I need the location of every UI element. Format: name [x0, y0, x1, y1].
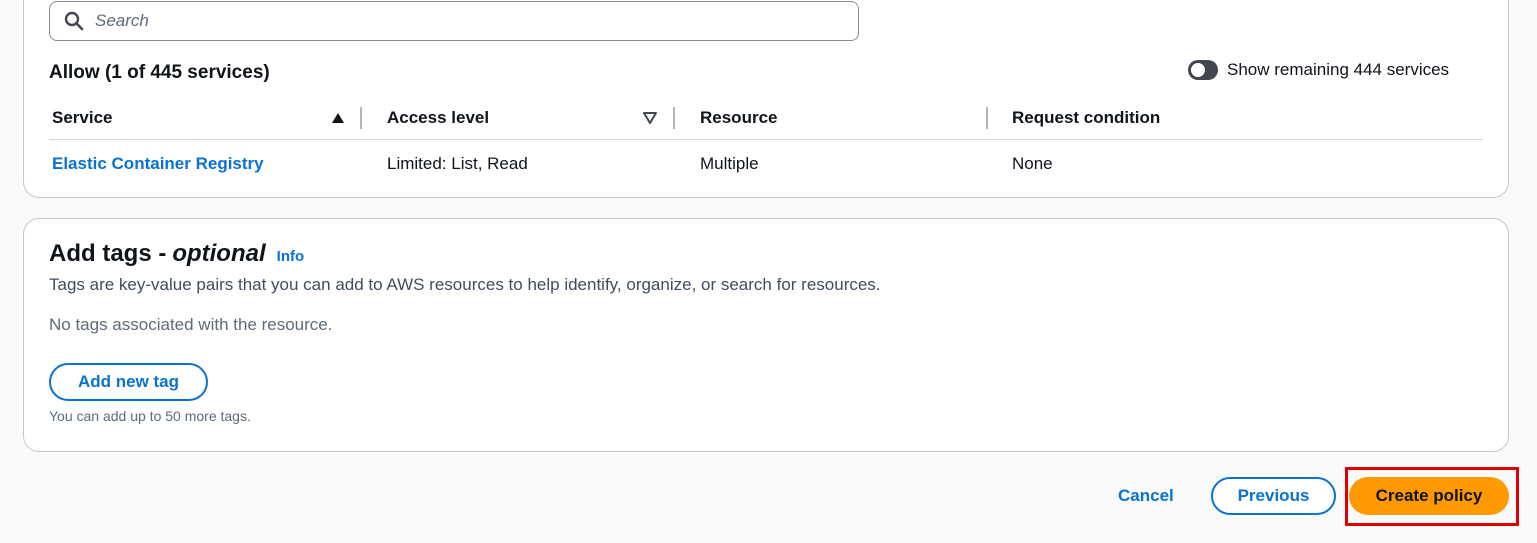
- create-policy-button[interactable]: Create policy: [1349, 477, 1509, 515]
- no-tags-message: No tags associated with the resource.: [49, 315, 333, 334]
- search-input[interactable]: [95, 11, 795, 31]
- resource-cell: Multiple: [700, 154, 759, 173]
- column-header-service[interactable]: Service: [52, 96, 348, 140]
- sort-descending-icon[interactable]: [643, 112, 657, 124]
- column-header-request-condition[interactable]: Request condition: [1012, 96, 1312, 140]
- table-row: Elastic Container Registry Limited: List…: [49, 140, 1483, 188]
- cancel-button[interactable]: Cancel: [1118, 486, 1174, 506]
- services-title: Allow (1 of 445 services): [49, 62, 270, 83]
- tags-panel: Add tags - optional Info Tags are key-va…: [23, 218, 1509, 452]
- tags-heading: Add tags - optional Info: [49, 240, 304, 268]
- toggle-label: Show remaining 444 services: [1227, 60, 1450, 79]
- show-remaining-toggle[interactable]: Show remaining 444 services: [1188, 60, 1449, 80]
- tags-optional-label: optional: [172, 240, 266, 267]
- column-header-access-level[interactable]: Access level: [387, 96, 659, 140]
- request-condition-cell: None: [1012, 154, 1053, 173]
- column-header-resource[interactable]: Resource: [700, 96, 980, 140]
- tags-title: Add tags -: [49, 240, 167, 267]
- services-table: Service Access level Resource Request co…: [49, 96, 1483, 188]
- add-new-tag-button[interactable]: Add new tag: [49, 363, 208, 401]
- table-header: Service Access level Resource Request co…: [49, 96, 1483, 140]
- sort-ascending-icon[interactable]: [331, 112, 345, 124]
- column-divider[interactable]: [673, 107, 675, 129]
- service-link[interactable]: Elastic Container Registry: [52, 140, 264, 188]
- column-divider[interactable]: [360, 107, 362, 129]
- toggle-switch[interactable]: [1188, 60, 1218, 80]
- tags-description: Tags are key-value pairs that you can ad…: [49, 275, 881, 294]
- column-divider[interactable]: [986, 107, 988, 129]
- previous-button[interactable]: Previous: [1211, 477, 1336, 515]
- access-level-cell: Limited: List, Read: [387, 154, 528, 173]
- toggle-knob: [1191, 63, 1205, 77]
- tags-limit-text: You can add up to 50 more tags.: [49, 408, 251, 424]
- services-panel: Allow (1 of 445 services) Show remaining…: [23, 0, 1509, 198]
- info-link[interactable]: Info: [277, 248, 305, 265]
- search-box[interactable]: [49, 1, 859, 41]
- search-icon: [64, 11, 84, 31]
